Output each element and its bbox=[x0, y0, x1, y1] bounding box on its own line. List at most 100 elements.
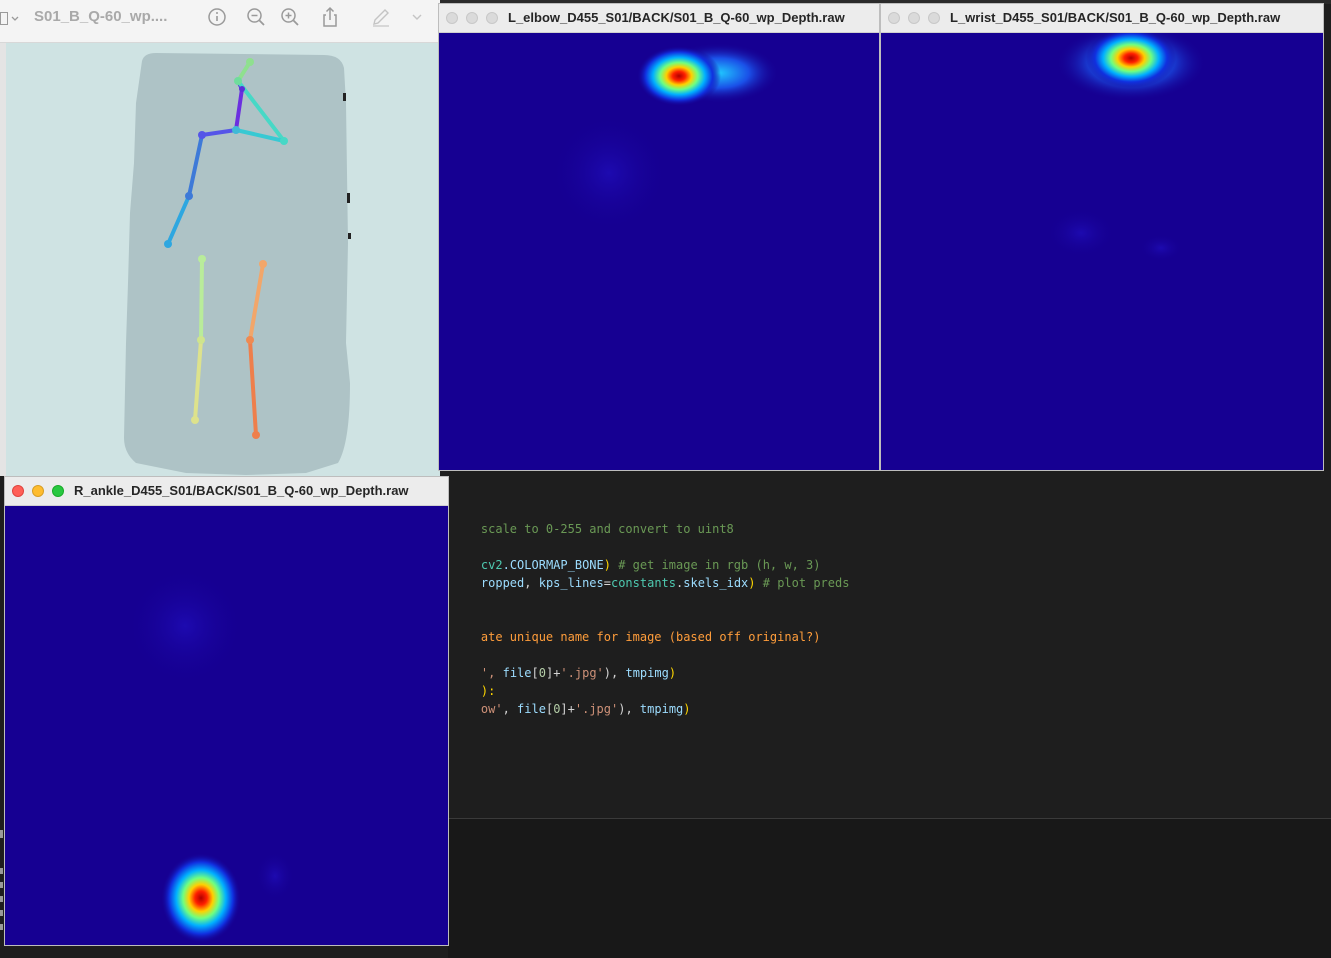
info-icon bbox=[208, 8, 226, 26]
joint-left-wrist bbox=[164, 240, 172, 248]
code-token: 0 bbox=[538, 666, 546, 680]
heatmap-l-elbow bbox=[549, 43, 779, 233]
heatmap-l-wrist bbox=[1046, 33, 1206, 262]
code-token: [ bbox=[531, 666, 539, 680]
minimize-button[interactable] bbox=[466, 12, 478, 24]
close-button[interactable] bbox=[888, 12, 900, 24]
sidebar-toggle-button[interactable] bbox=[0, 12, 22, 28]
zoom-out-button[interactable] bbox=[245, 6, 267, 28]
heat-faint bbox=[1046, 208, 1116, 258]
heat-peak bbox=[161, 853, 241, 943]
code-line-7[interactable]: ow', file[0]+'.jpg'), tmpimg) bbox=[452, 682, 691, 736]
pen-icon bbox=[373, 9, 389, 27]
code-token: skels_idx bbox=[683, 576, 749, 590]
joint-left-ankle bbox=[191, 416, 199, 424]
minimize-button[interactable] bbox=[32, 485, 44, 497]
edge-mark bbox=[347, 193, 350, 203]
preview-toolbar: S01_B_Q-60_wp.... bbox=[0, 0, 440, 43]
share-icon bbox=[323, 6, 337, 27]
chevron-down-icon bbox=[412, 14, 422, 20]
zoom-button[interactable] bbox=[486, 12, 498, 24]
code-comment: ate unique name for image (based off ori… bbox=[480, 630, 821, 644]
code-token: ) bbox=[668, 666, 677, 680]
heatmap-image bbox=[881, 33, 1323, 470]
bone-left-thigh bbox=[199, 257, 204, 342]
document-title: S01_B_Q-60_wp.... bbox=[34, 8, 168, 25]
heatmap-window-l-elbow[interactable]: L_elbow_D455_S01/BACK/S01_B_Q-60_wp_Dept… bbox=[438, 3, 880, 471]
window-title: R_ankle_D455_S01/BACK/S01_B_Q-60_wp_Dept… bbox=[74, 483, 409, 498]
joint-left-elbow bbox=[185, 192, 193, 200]
code-token: '.jpg' bbox=[560, 666, 604, 680]
joint-left-shoulder bbox=[198, 131, 206, 139]
zoom-in-icon bbox=[281, 8, 299, 26]
code-token: , bbox=[502, 702, 518, 716]
joint-right-hand bbox=[280, 137, 288, 145]
preview-window[interactable]: S01_B_Q-60_wp.... bbox=[0, 0, 440, 476]
window-title: L_elbow_D455_S01/BACK/S01_B_Q-60_wp_Dept… bbox=[508, 10, 845, 25]
close-button[interactable] bbox=[12, 485, 24, 497]
window-title: L_wrist_D455_S01/BACK/S01_B_Q-60_wp_Dept… bbox=[950, 10, 1281, 25]
zoom-button[interactable] bbox=[52, 485, 64, 497]
code-token: kps_lines bbox=[538, 576, 604, 590]
gutter-glyphs bbox=[0, 830, 3, 930]
code-line-3[interactable]: ropped, kps_lines=constants.skels_idx) #… bbox=[452, 556, 850, 610]
code-token: , bbox=[524, 576, 539, 590]
code-token: constants bbox=[610, 576, 677, 590]
terminal-panel[interactable] bbox=[448, 819, 1331, 958]
joint-left-knee bbox=[197, 336, 205, 344]
skeleton-image bbox=[6, 43, 440, 476]
close-button[interactable] bbox=[446, 12, 458, 24]
window-titlebar[interactable]: L_elbow_D455_S01/BACK/S01_B_Q-60_wp_Dept… bbox=[439, 4, 879, 33]
joint-right-ankle bbox=[252, 431, 260, 439]
editor-gutter-marks bbox=[0, 830, 6, 950]
window-controls bbox=[12, 485, 64, 497]
edge-mark bbox=[348, 233, 351, 239]
info-button[interactable] bbox=[206, 6, 228, 28]
heatmap-window-l-wrist[interactable]: L_wrist_D455_S01/BACK/S01_B_Q-60_wp_Dept… bbox=[880, 3, 1324, 471]
zoom-button[interactable] bbox=[928, 12, 940, 24]
heatmap-window-r-ankle[interactable]: R_ankle_D455_S01/BACK/S01_B_Q-60_wp_Dept… bbox=[4, 476, 449, 946]
code-token: ) bbox=[683, 702, 691, 716]
sidebar-icon bbox=[0, 12, 19, 25]
minimize-button[interactable] bbox=[908, 12, 920, 24]
code-token: ]+ bbox=[560, 702, 575, 716]
edge-mark bbox=[343, 93, 346, 101]
heat-faint bbox=[1139, 234, 1183, 262]
share-button[interactable] bbox=[319, 6, 341, 28]
joint-neck bbox=[234, 77, 242, 85]
code-token: ]+ bbox=[545, 666, 561, 680]
code-token: file bbox=[502, 666, 532, 680]
code-token: ), bbox=[618, 702, 640, 716]
zoom-out-icon bbox=[247, 8, 265, 26]
pose-overlay-image bbox=[124, 53, 351, 475]
code-token: = bbox=[603, 576, 611, 590]
zoom-in-button[interactable] bbox=[279, 6, 301, 28]
code-comment: # plot preds bbox=[755, 576, 850, 590]
window-controls bbox=[888, 12, 940, 24]
joint-pelvis bbox=[232, 126, 240, 134]
code-token: ), bbox=[603, 666, 626, 680]
heatmap-image bbox=[439, 33, 879, 470]
code-token: tmpimg bbox=[625, 666, 669, 680]
joint-right-knee bbox=[246, 336, 254, 344]
code-token: file bbox=[517, 702, 546, 716]
joint-left-hip bbox=[198, 255, 206, 263]
heat-peak bbox=[637, 46, 721, 106]
window-titlebar[interactable]: R_ankle_D455_S01/BACK/S01_B_Q-60_wp_Dept… bbox=[5, 477, 448, 506]
joint-right-hip bbox=[259, 260, 267, 268]
code-token: '.jpg' bbox=[574, 702, 619, 716]
code-token: ) bbox=[748, 576, 756, 590]
window-controls bbox=[446, 12, 498, 24]
code-token: tmpimg bbox=[639, 702, 684, 716]
heat-faint bbox=[255, 851, 295, 901]
markup-menu-button[interactable] bbox=[408, 6, 426, 28]
code-comment: scale to 0-255 and convert to uint8 bbox=[480, 522, 734, 536]
joint-chest bbox=[239, 86, 245, 92]
code-token: ropped bbox=[480, 576, 525, 590]
heat-faint bbox=[125, 566, 245, 686]
heatmap-r-ankle bbox=[125, 566, 295, 943]
markup-button[interactable] bbox=[370, 6, 392, 28]
joint-head bbox=[246, 58, 254, 66]
heatmap-image bbox=[5, 506, 448, 945]
window-titlebar[interactable]: L_wrist_D455_S01/BACK/S01_B_Q-60_wp_Dept… bbox=[881, 4, 1323, 33]
